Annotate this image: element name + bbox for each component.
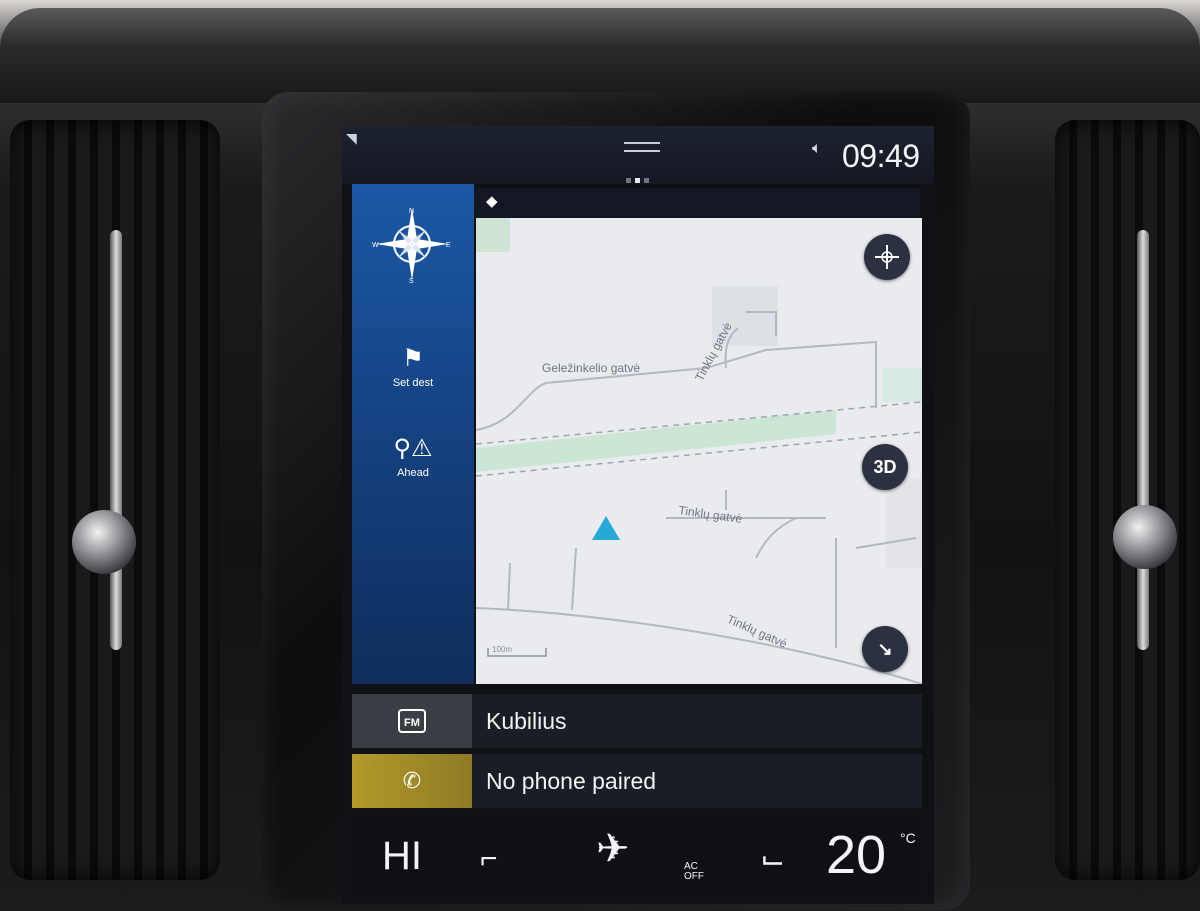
- building-block: [886, 478, 922, 568]
- svg-text:E: E: [446, 242, 451, 249]
- street-label: Tinklų gatvė: [678, 503, 744, 526]
- vehicle-position-icon: [592, 516, 620, 540]
- street-label: Tinklų gatvė: [725, 612, 790, 651]
- scale-label: 100m: [492, 645, 512, 654]
- passenger-seat-heat-icon[interactable]: ⌙: [760, 842, 785, 877]
- fan-level-label[interactable]: HI: [382, 834, 422, 879]
- temperature-value[interactable]: 20: [826, 824, 886, 886]
- climate-bar: HI ⌐ ✈ AC OFF ⌙ 20 °C: [352, 816, 922, 898]
- right-vent-knob: [1113, 505, 1177, 569]
- arrow-diagonal-icon: ↘: [877, 638, 893, 659]
- svg-text:W: W: [372, 242, 379, 249]
- right-air-vent: [1055, 120, 1200, 880]
- navigation-map[interactable]: Geležinkelio gatvė Tinklų gatvė Tinklų g…: [476, 218, 922, 684]
- compass-rose-icon[interactable]: N S W E: [372, 204, 452, 284]
- right-vent-slider: [1137, 230, 1149, 650]
- phone-tile[interactable]: ✆ No phone paired: [352, 754, 922, 808]
- phone-status-label: No phone paired: [486, 768, 657, 794]
- svg-text:S: S: [409, 278, 414, 284]
- signal-icon: ◥: [346, 130, 357, 146]
- fm-badge: FM: [398, 709, 426, 733]
- location-diamond-icon[interactable]: ◆: [486, 192, 498, 210]
- driver-seat-heat-icon[interactable]: ⌐: [480, 842, 498, 876]
- phone-icon: ✆: [352, 754, 472, 808]
- status-bar: ◥ 🔈︎ 09:49: [342, 126, 934, 184]
- checkered-flag-icon: ⚑: [402, 345, 424, 372]
- road: [476, 607, 922, 684]
- infotainment-screen: ◥ 🔈︎ 09:49 N S W E ⚑ Set dest ⚲⚠ Ahead ◆…: [342, 126, 934, 904]
- railway-green-strip: [476, 410, 836, 472]
- page-indicator: [626, 178, 649, 183]
- page-dot: [644, 178, 649, 183]
- ac-button[interactable]: AC OFF: [684, 862, 704, 882]
- set-destination-button[interactable]: ⚑ Set dest: [352, 344, 474, 389]
- page-dot-active: [635, 178, 640, 183]
- compass-icon: [875, 245, 899, 269]
- dashboard-top: [0, 8, 1200, 103]
- map-canvas: Geležinkelio gatvė Tinklų gatvė Tinklų g…: [476, 218, 922, 684]
- speaker-mute-icon: 🔈︎: [812, 140, 822, 157]
- 3d-view-label: 3D: [873, 456, 897, 477]
- ac-state-label: OFF: [684, 871, 704, 882]
- top-view-pull-handle[interactable]: [624, 142, 660, 152]
- ahead-button[interactable]: ⚲⚠ Ahead: [352, 434, 474, 479]
- park-area: [476, 218, 510, 252]
- pin-warning-icon: ⚲⚠: [393, 435, 433, 462]
- left-vent-knob: [72, 510, 136, 574]
- svg-text:N: N: [409, 208, 414, 215]
- temperature-unit: °C: [900, 830, 916, 846]
- navigation-side-panel: N S W E ⚑ Set dest ⚲⚠ Ahead: [352, 184, 474, 684]
- road: [755, 517, 797, 559]
- ahead-label: Ahead: [397, 467, 429, 479]
- map-header: ◆: [474, 188, 920, 218]
- left-vent-slider: [110, 230, 122, 650]
- radio-station-label: Kubilius: [486, 708, 567, 734]
- climate-fan-icon[interactable]: ✈: [596, 826, 630, 872]
- water-area: [882, 368, 922, 402]
- map-compass-button[interactable]: [864, 234, 910, 280]
- street-label: Geležinkelio gatvė: [542, 361, 640, 375]
- left-air-vent: [10, 120, 220, 880]
- clock: 09:49: [842, 138, 920, 174]
- page-dot: [626, 178, 631, 183]
- expand-map-button[interactable]: ↘: [862, 626, 908, 672]
- set-destination-label: Set dest: [392, 377, 434, 389]
- 3d-view-button[interactable]: 3D: [862, 444, 908, 490]
- road: [571, 547, 577, 611]
- fm-radio-icon: FM: [352, 694, 472, 748]
- road: [507, 562, 511, 611]
- radio-tile[interactable]: FM Kubilius: [352, 694, 922, 748]
